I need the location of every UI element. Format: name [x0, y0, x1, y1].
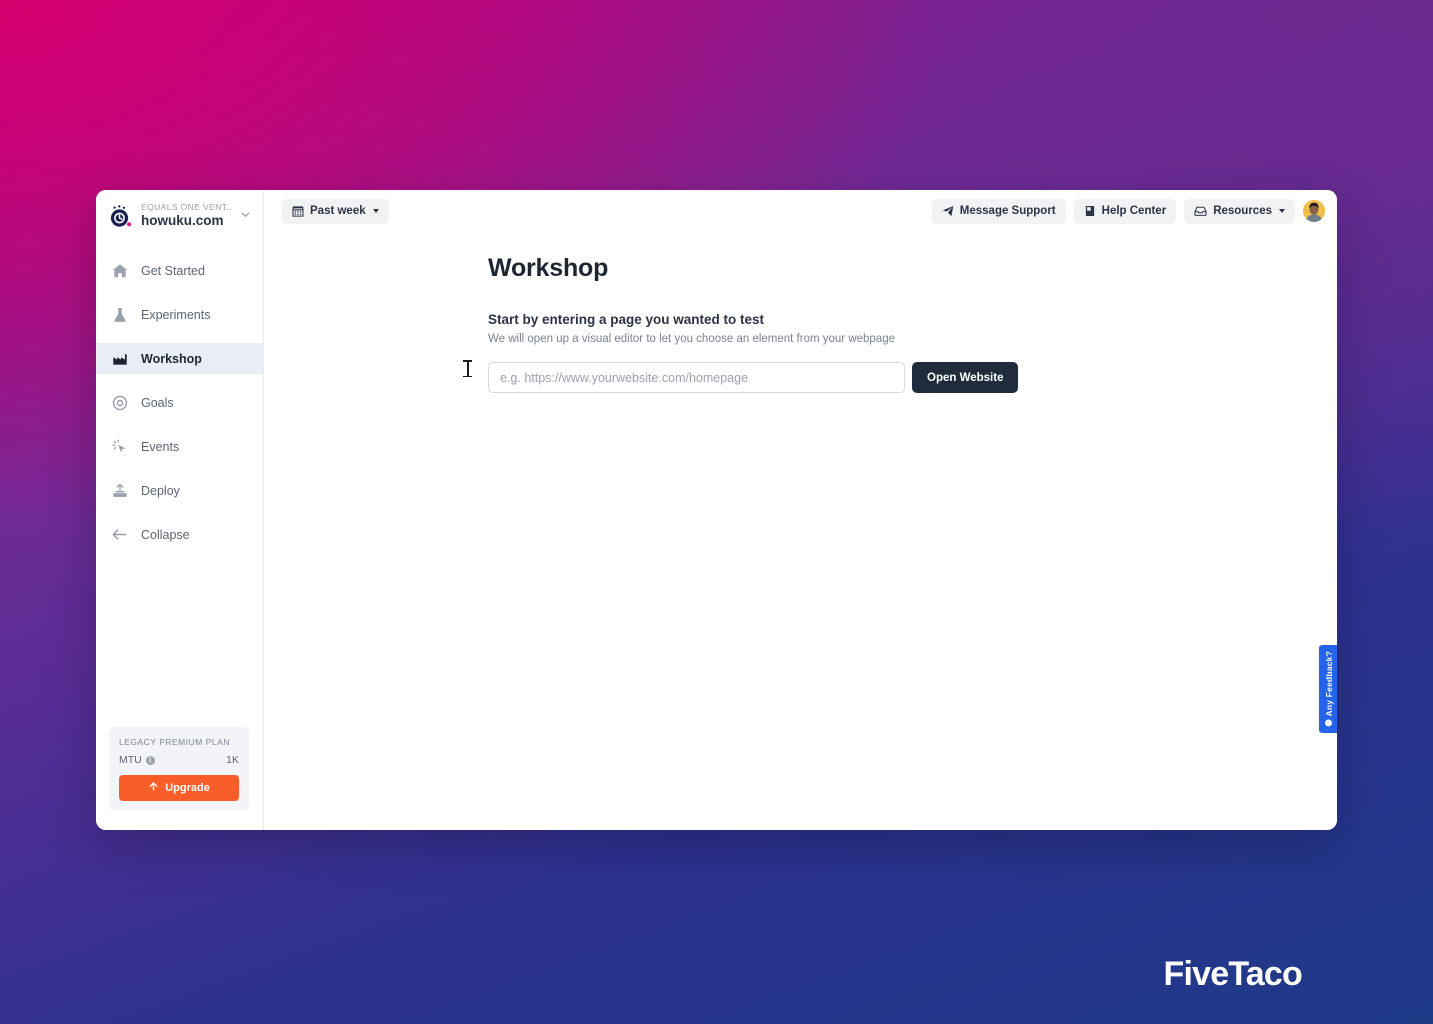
- sidebar-item-collapse[interactable]: Collapse: [96, 519, 263, 550]
- resources-label: Resources: [1213, 205, 1272, 217]
- plan-box: LEGACY PREMIUM PLAN MTU i 1K Upgrade: [109, 727, 249, 810]
- help-center-label: Help Center: [1101, 205, 1167, 217]
- open-website-button[interactable]: Open Website: [912, 362, 1019, 393]
- sidebar-item-label: Events: [141, 439, 180, 454]
- sidebar-item-events[interactable]: Events: [96, 431, 263, 462]
- sidebar-item-deploy[interactable]: Deploy: [96, 475, 263, 506]
- fivetaco-watermark: FiveTaco: [1163, 955, 1303, 993]
- sidebar-item-label: Get Started: [141, 263, 205, 278]
- factory-icon: [111, 350, 128, 367]
- chevron-down-icon: [372, 209, 379, 213]
- message-support-label: Message Support: [959, 205, 1056, 217]
- target-icon: [111, 394, 128, 411]
- plan-mtu-value: 1K: [226, 754, 239, 766]
- sidebar-item-label: Collapse: [141, 527, 190, 542]
- url-entry-row: Open Website: [488, 362, 1337, 393]
- chevron-down-icon: [240, 207, 253, 225]
- plan-mtu-row: MTU i 1K: [119, 754, 239, 766]
- chevron-down-icon: [1279, 209, 1285, 213]
- plan-mtu-label: MTU: [119, 754, 142, 766]
- calendar-icon: [292, 205, 304, 217]
- arrow-left-icon: [111, 526, 128, 543]
- section-heading: Start by entering a page you wanted to t…: [488, 312, 765, 327]
- sidebar-item-workshop[interactable]: Workshop: [96, 343, 263, 375]
- app-window: EQUALS ONE VENT... howuku.com Get Starte…: [96, 190, 1337, 830]
- workspace-site-name: howuku.com: [141, 213, 224, 229]
- main-area: Past week Message Support Help Center Re…: [264, 190, 1337, 830]
- info-icon[interactable]: i: [145, 755, 155, 765]
- upgrade-button[interactable]: Upgrade: [119, 775, 239, 801]
- sidebar-item-label: Goals: [141, 395, 174, 410]
- feedback-tab[interactable]: Any Feedback?: [1319, 645, 1337, 733]
- plan-title: LEGACY PREMIUM PLAN: [119, 737, 230, 747]
- sidebar-item-label: Experiments: [141, 307, 211, 322]
- send-paper-plane-icon: [942, 205, 954, 217]
- home-icon: [111, 262, 128, 279]
- deploy-upload-icon: [111, 482, 128, 499]
- feedback-tab-label: Any Feedback?: [1323, 651, 1334, 717]
- chat-dot-icon: [1325, 719, 1332, 727]
- inbox-tray-icon: [1194, 205, 1207, 218]
- sidebar: EQUALS ONE VENT... howuku.com Get Starte…: [96, 190, 264, 830]
- date-range-filter[interactable]: Past week: [282, 198, 389, 224]
- howuku-clock-logo-icon: [108, 204, 133, 229]
- help-center-button[interactable]: Help Center: [1073, 198, 1177, 224]
- sidebar-nav: Get Started Experiments Workshop Goals E…: [96, 255, 263, 563]
- date-range-label: Past week: [310, 205, 366, 217]
- sidebar-item-experiments[interactable]: Experiments: [96, 299, 263, 330]
- sidebar-item-label: Deploy: [141, 483, 180, 498]
- workspace-switcher[interactable]: EQUALS ONE VENT... howuku.com: [96, 190, 263, 241]
- topbar: Past week Message Support Help Center Re…: [264, 190, 1337, 232]
- arrow-up-icon: [148, 781, 159, 795]
- resources-button[interactable]: Resources: [1184, 198, 1295, 224]
- flask-icon: [111, 306, 128, 323]
- book-icon: [1084, 205, 1096, 217]
- sidebar-item-get-started[interactable]: Get Started: [96, 255, 263, 286]
- section-subtext: We will open up a visual editor to let y…: [488, 333, 895, 345]
- user-avatar[interactable]: [1303, 200, 1325, 222]
- sidebar-item-label: Workshop: [141, 351, 202, 366]
- page-title: Workshop: [488, 254, 609, 282]
- upgrade-button-label: Upgrade: [165, 782, 210, 794]
- message-support-button[interactable]: Message Support: [931, 198, 1066, 224]
- url-input[interactable]: [488, 362, 905, 393]
- sidebar-item-goals[interactable]: Goals: [96, 387, 263, 418]
- main-content: Workshop Start by entering a page you wa…: [264, 232, 1337, 393]
- click-cursor-icon: [111, 438, 128, 455]
- workspace-org-name: EQUALS ONE VENT...: [141, 203, 232, 212]
